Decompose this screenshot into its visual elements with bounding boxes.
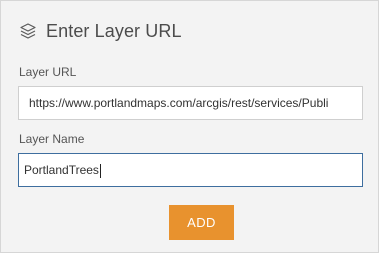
layer-url-value: https://www.portlandmaps.com/arcgis/rest… xyxy=(29,96,329,110)
layer-name-input[interactable]: PortlandTrees xyxy=(18,153,363,187)
layer-url-input[interactable]: https://www.portlandmaps.com/arcgis/rest… xyxy=(18,86,363,120)
layer-name-value: PortlandTrees xyxy=(24,163,99,177)
text-caret xyxy=(99,163,101,178)
panel-header: Enter Layer URL xyxy=(18,15,182,47)
layer-url-label: Layer URL xyxy=(19,65,77,79)
panel-title: Enter Layer URL xyxy=(46,20,182,41)
layer-name-label: Layer Name xyxy=(19,132,85,146)
layers-icon xyxy=(18,21,38,41)
add-button[interactable]: ADD xyxy=(169,205,234,240)
add-layer-url-panel: Enter Layer URL Layer URL https://www.po… xyxy=(0,0,379,253)
